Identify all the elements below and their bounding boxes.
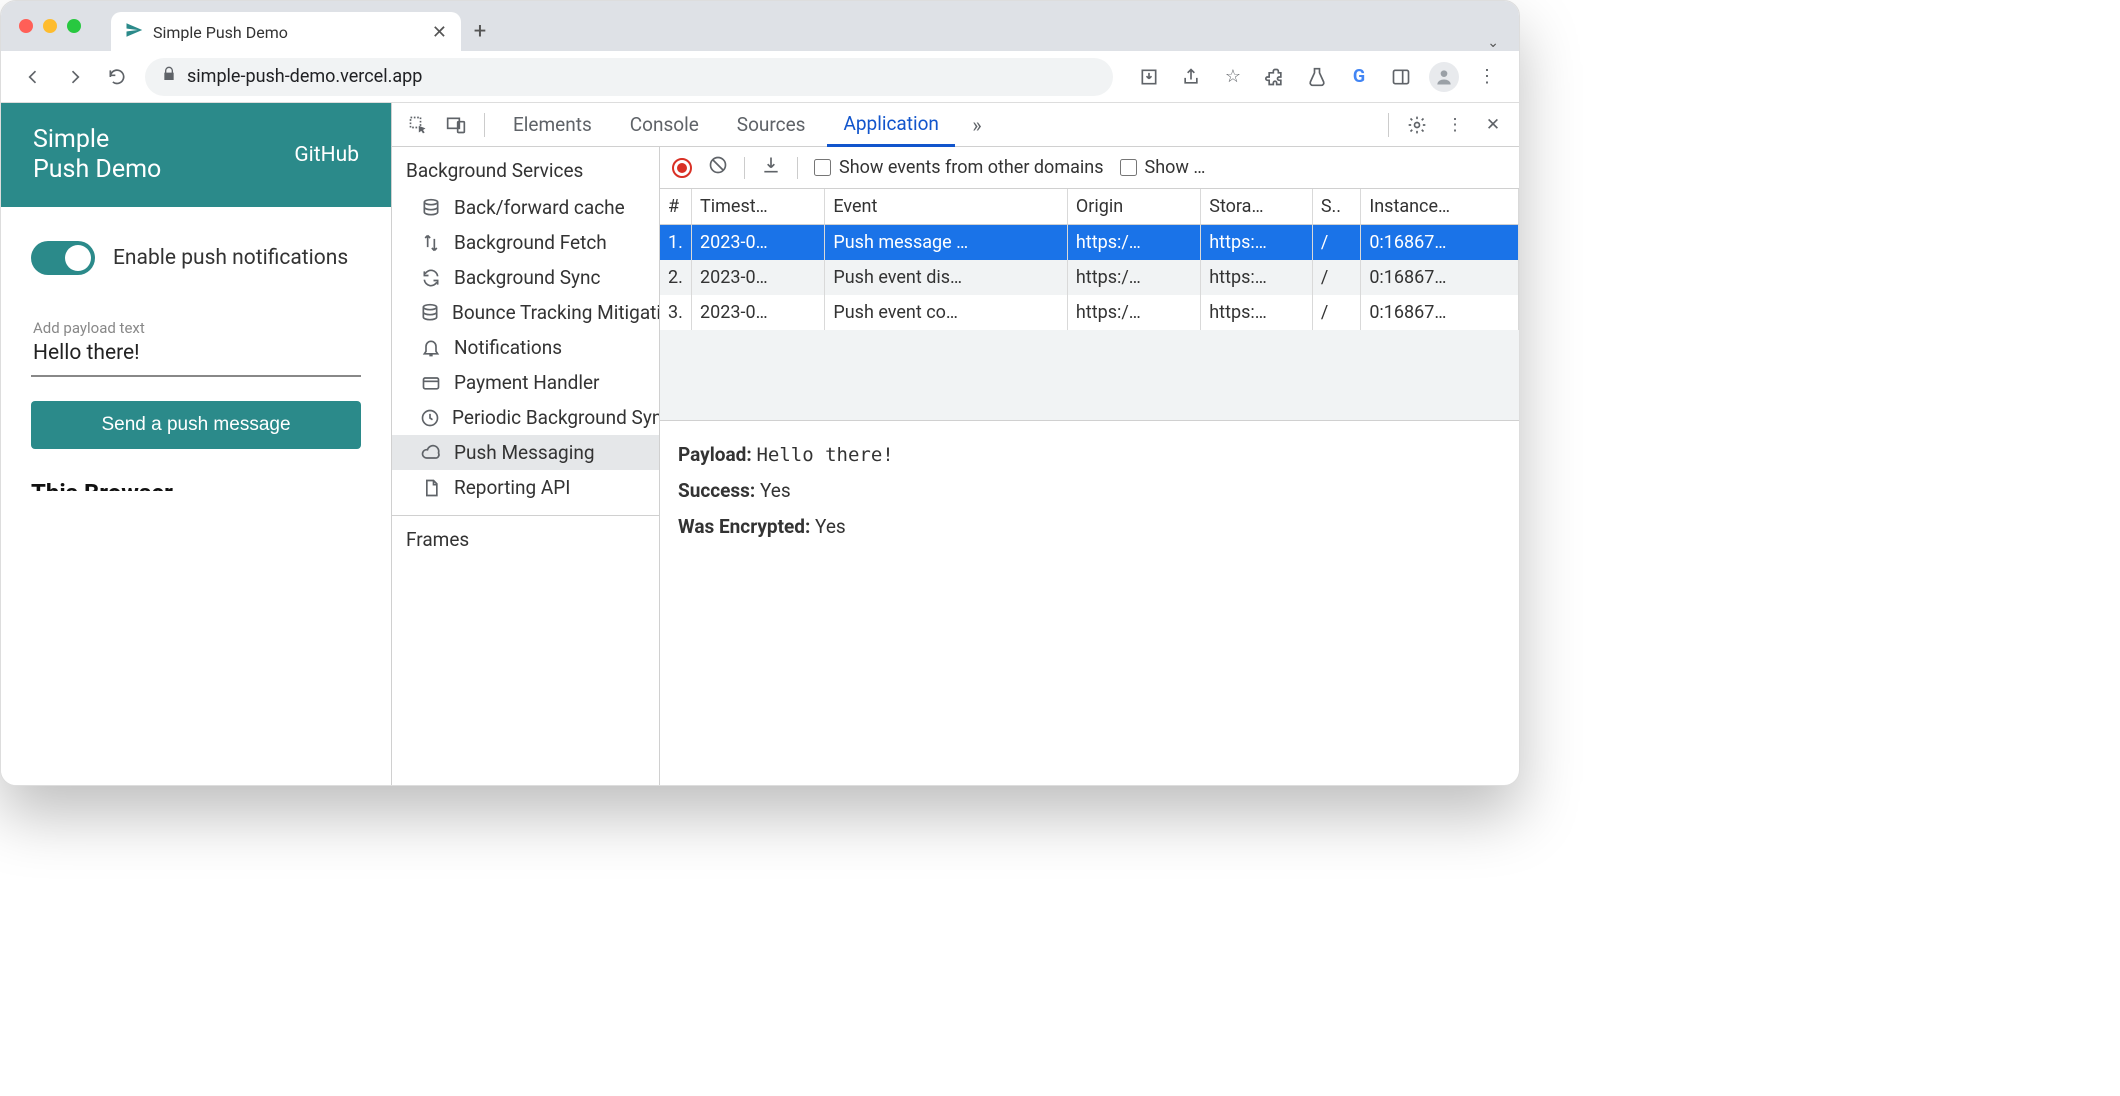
url-text: simple-push-demo.vercel.app (187, 66, 422, 87)
tab-title: Simple Push Demo (153, 23, 288, 42)
forward-button[interactable] (61, 63, 89, 91)
sidebar-section-bg-services: Background Services (392, 147, 659, 190)
col-instance[interactable]: Instance… (1361, 189, 1519, 225)
maximize-window-button[interactable] (67, 19, 81, 33)
table-row[interactable]: 2.2023-0…Push event dis…https:/…https:…/… (660, 260, 1519, 295)
detail-key-success: Success: (678, 479, 755, 502)
card-icon (420, 372, 442, 394)
settings-icon[interactable] (1401, 109, 1433, 141)
payload-input[interactable]: Add payload text Hello there! (31, 311, 361, 377)
install-icon[interactable] (1135, 63, 1163, 91)
paper-plane-icon (125, 21, 143, 43)
truncated-heading: This Browser (31, 479, 361, 491)
col-storage[interactable]: Stora… (1201, 189, 1313, 225)
demo-app: Simple Push Demo GitHub Enable push noti… (1, 103, 391, 785)
clock-icon (420, 407, 440, 429)
col-s[interactable]: S.. (1312, 189, 1361, 225)
extensions-icon[interactable] (1261, 63, 1289, 91)
show-truncated-checkbox[interactable]: Show … (1120, 157, 1206, 178)
events-toolbar: Show events from other domains Show … (660, 147, 1519, 189)
detail-key-encrypted: Was Encrypted: (678, 515, 810, 538)
clear-button[interactable] (708, 155, 728, 180)
col-origin[interactable]: Origin (1067, 189, 1200, 225)
detail-key-payload: Payload: (678, 443, 752, 466)
devtools-tabbar: Elements Console Sources Application » ⋮… (392, 103, 1519, 147)
tab-console[interactable]: Console (614, 103, 715, 146)
sidebar-item-bounce-tracking[interactable]: Bounce Tracking Mitigations (392, 295, 659, 330)
toggle-label: Enable push notifications (113, 245, 348, 271)
labs-icon[interactable] (1303, 63, 1331, 91)
tab-sources[interactable]: Sources (721, 103, 822, 146)
sidebar-item-bg-sync[interactable]: Background Sync (392, 260, 659, 295)
profile-avatar[interactable] (1429, 62, 1459, 92)
sidebar-item-reporting-api[interactable]: Reporting API (392, 470, 659, 505)
minimize-window-button[interactable] (43, 19, 57, 33)
database-icon (420, 302, 440, 324)
cloud-icon (420, 442, 442, 464)
payload-value: Hello there! (33, 341, 359, 365)
app-header: Simple Push Demo GitHub (1, 103, 391, 207)
window-controls (19, 1, 111, 51)
enable-push-toggle[interactable] (31, 241, 95, 275)
google-icon[interactable]: G (1345, 63, 1373, 91)
file-icon (420, 477, 442, 499)
detail-val-success: Yes (760, 479, 791, 502)
address-bar[interactable]: simple-push-demo.vercel.app (145, 58, 1113, 96)
close-tab-button[interactable]: ✕ (432, 22, 447, 43)
sidebar-item-notifications[interactable]: Notifications (392, 330, 659, 365)
send-push-button[interactable]: Send a push message (31, 401, 361, 449)
tab-overflow-button[interactable]: ⌄ (1487, 35, 1499, 51)
updown-icon (420, 232, 442, 254)
device-toolbar-icon[interactable] (440, 109, 472, 141)
toolbar: simple-push-demo.vercel.app ☆ G ⋮ (1, 51, 1519, 103)
detail-val-payload: Hello there! (756, 444, 893, 466)
bookmark-star-icon[interactable]: ☆ (1219, 63, 1247, 91)
application-sidebar: Background Services Back/forward cache B… (392, 147, 660, 785)
download-button[interactable] (761, 155, 781, 180)
table-row[interactable]: 3.2023-0…Push event co…https:/…https:…/0… (660, 295, 1519, 330)
sidebar-item-periodic-bg-sync[interactable]: Periodic Background Sync (392, 400, 659, 435)
inspect-icon[interactable] (402, 109, 434, 141)
table-row[interactable]: 1.2023-0…Push message …https:/…https:…/0… (660, 225, 1519, 261)
events-table: # Timest… Event Origin Stora… S.. Instan… (660, 189, 1519, 421)
devtools-menu-icon[interactable]: ⋮ (1439, 109, 1471, 141)
sidebar-item-push-messaging[interactable]: Push Messaging (392, 435, 659, 470)
close-devtools-icon[interactable]: ✕ (1477, 109, 1509, 141)
tab-elements[interactable]: Elements (497, 103, 608, 146)
col-timestamp[interactable]: Timest… (692, 189, 825, 225)
github-link[interactable]: GitHub (294, 143, 359, 167)
browser-tab[interactable]: Simple Push Demo ✕ (111, 12, 461, 52)
table-header-row: # Timest… Event Origin Stora… S.. Instan… (660, 189, 1519, 225)
close-window-button[interactable] (19, 19, 33, 33)
side-panel-icon[interactable] (1387, 63, 1415, 91)
bell-icon (420, 337, 442, 359)
record-button[interactable] (672, 158, 692, 178)
back-button[interactable] (19, 63, 47, 91)
reload-button[interactable] (103, 63, 131, 91)
app-title: Simple Push Demo (33, 125, 161, 185)
share-icon[interactable] (1177, 63, 1205, 91)
kebab-menu-icon[interactable]: ⋮ (1473, 63, 1501, 91)
devtools-panel: Elements Console Sources Application » ⋮… (391, 103, 1519, 785)
event-details: Payload: Hello there! Success: Yes Was E… (660, 421, 1519, 561)
table-row-empty (660, 330, 1519, 420)
sidebar-item-bf-cache[interactable]: Back/forward cache (392, 190, 659, 225)
lock-icon (161, 66, 177, 87)
database-icon (420, 197, 442, 219)
tab-strip: Simple Push Demo ✕ + ⌄ (1, 1, 1519, 51)
sync-icon (420, 267, 442, 289)
detail-val-encrypted: Yes (815, 515, 846, 538)
tab-application[interactable]: Application (827, 104, 954, 147)
col-event[interactable]: Event (825, 189, 1068, 225)
sidebar-section-frames: Frames (392, 515, 659, 559)
payload-placeholder: Add payload text (33, 319, 359, 337)
show-other-domains-checkbox[interactable]: Show events from other domains (814, 157, 1104, 178)
sidebar-item-bg-fetch[interactable]: Background Fetch (392, 225, 659, 260)
more-tabs-button[interactable]: » (961, 109, 993, 141)
col-number[interactable]: # (660, 189, 692, 225)
new-tab-button[interactable]: + (461, 11, 499, 51)
sidebar-item-payment-handler[interactable]: Payment Handler (392, 365, 659, 400)
